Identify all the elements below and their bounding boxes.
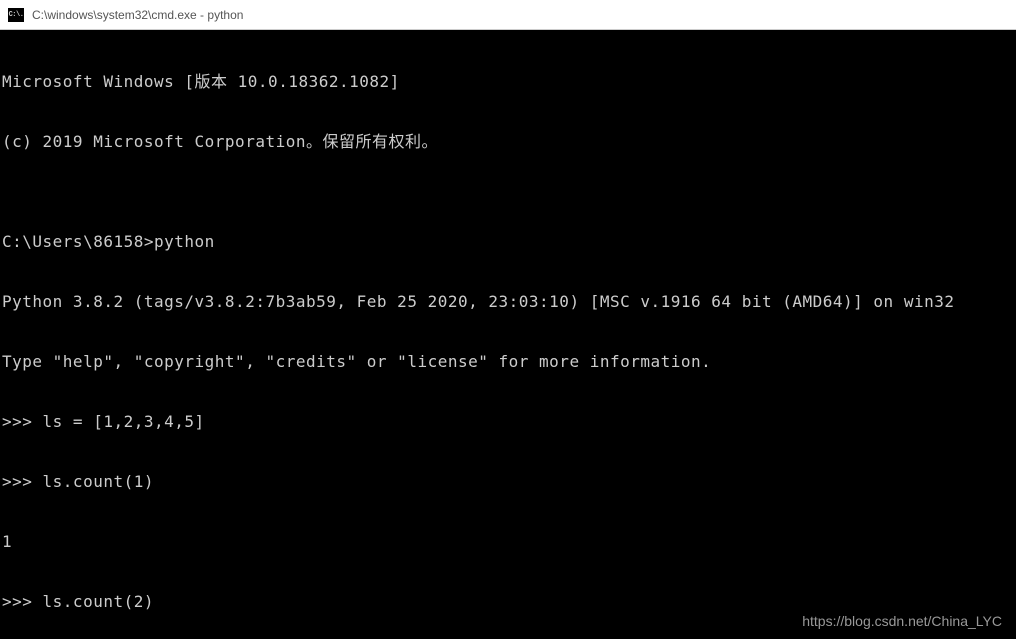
terminal-line: >>> ls.count(2) xyxy=(2,592,1016,612)
cmd-icon-text: C:\. xyxy=(9,11,24,19)
terminal-output[interactable]: Microsoft Windows [版本 10.0.18362.1082] (… xyxy=(0,30,1016,639)
cmd-icon: C:\. xyxy=(8,8,24,22)
terminal-line: Python 3.8.2 (tags/v3.8.2:7b3ab59, Feb 2… xyxy=(2,292,1016,312)
terminal-line: >>> ls = [1,2,3,4,5] xyxy=(2,412,1016,432)
terminal-line: Microsoft Windows [版本 10.0.18362.1082] xyxy=(2,72,1016,92)
terminal-line: >>> ls.count(1) xyxy=(2,472,1016,492)
window-title: C:\windows\system32\cmd.exe - python xyxy=(32,8,243,22)
terminal-line: 1 xyxy=(2,532,1016,552)
terminal-line: (c) 2019 Microsoft Corporation。保留所有权利。 xyxy=(2,132,1016,152)
watermark-text: https://blog.csdn.net/China_LYC xyxy=(802,613,1002,629)
window-title-bar[interactable]: C:\. C:\windows\system32\cmd.exe - pytho… xyxy=(0,0,1016,30)
terminal-line: Type "help", "copyright", "credits" or "… xyxy=(2,352,1016,372)
terminal-line: C:\Users\86158>python xyxy=(2,232,1016,252)
